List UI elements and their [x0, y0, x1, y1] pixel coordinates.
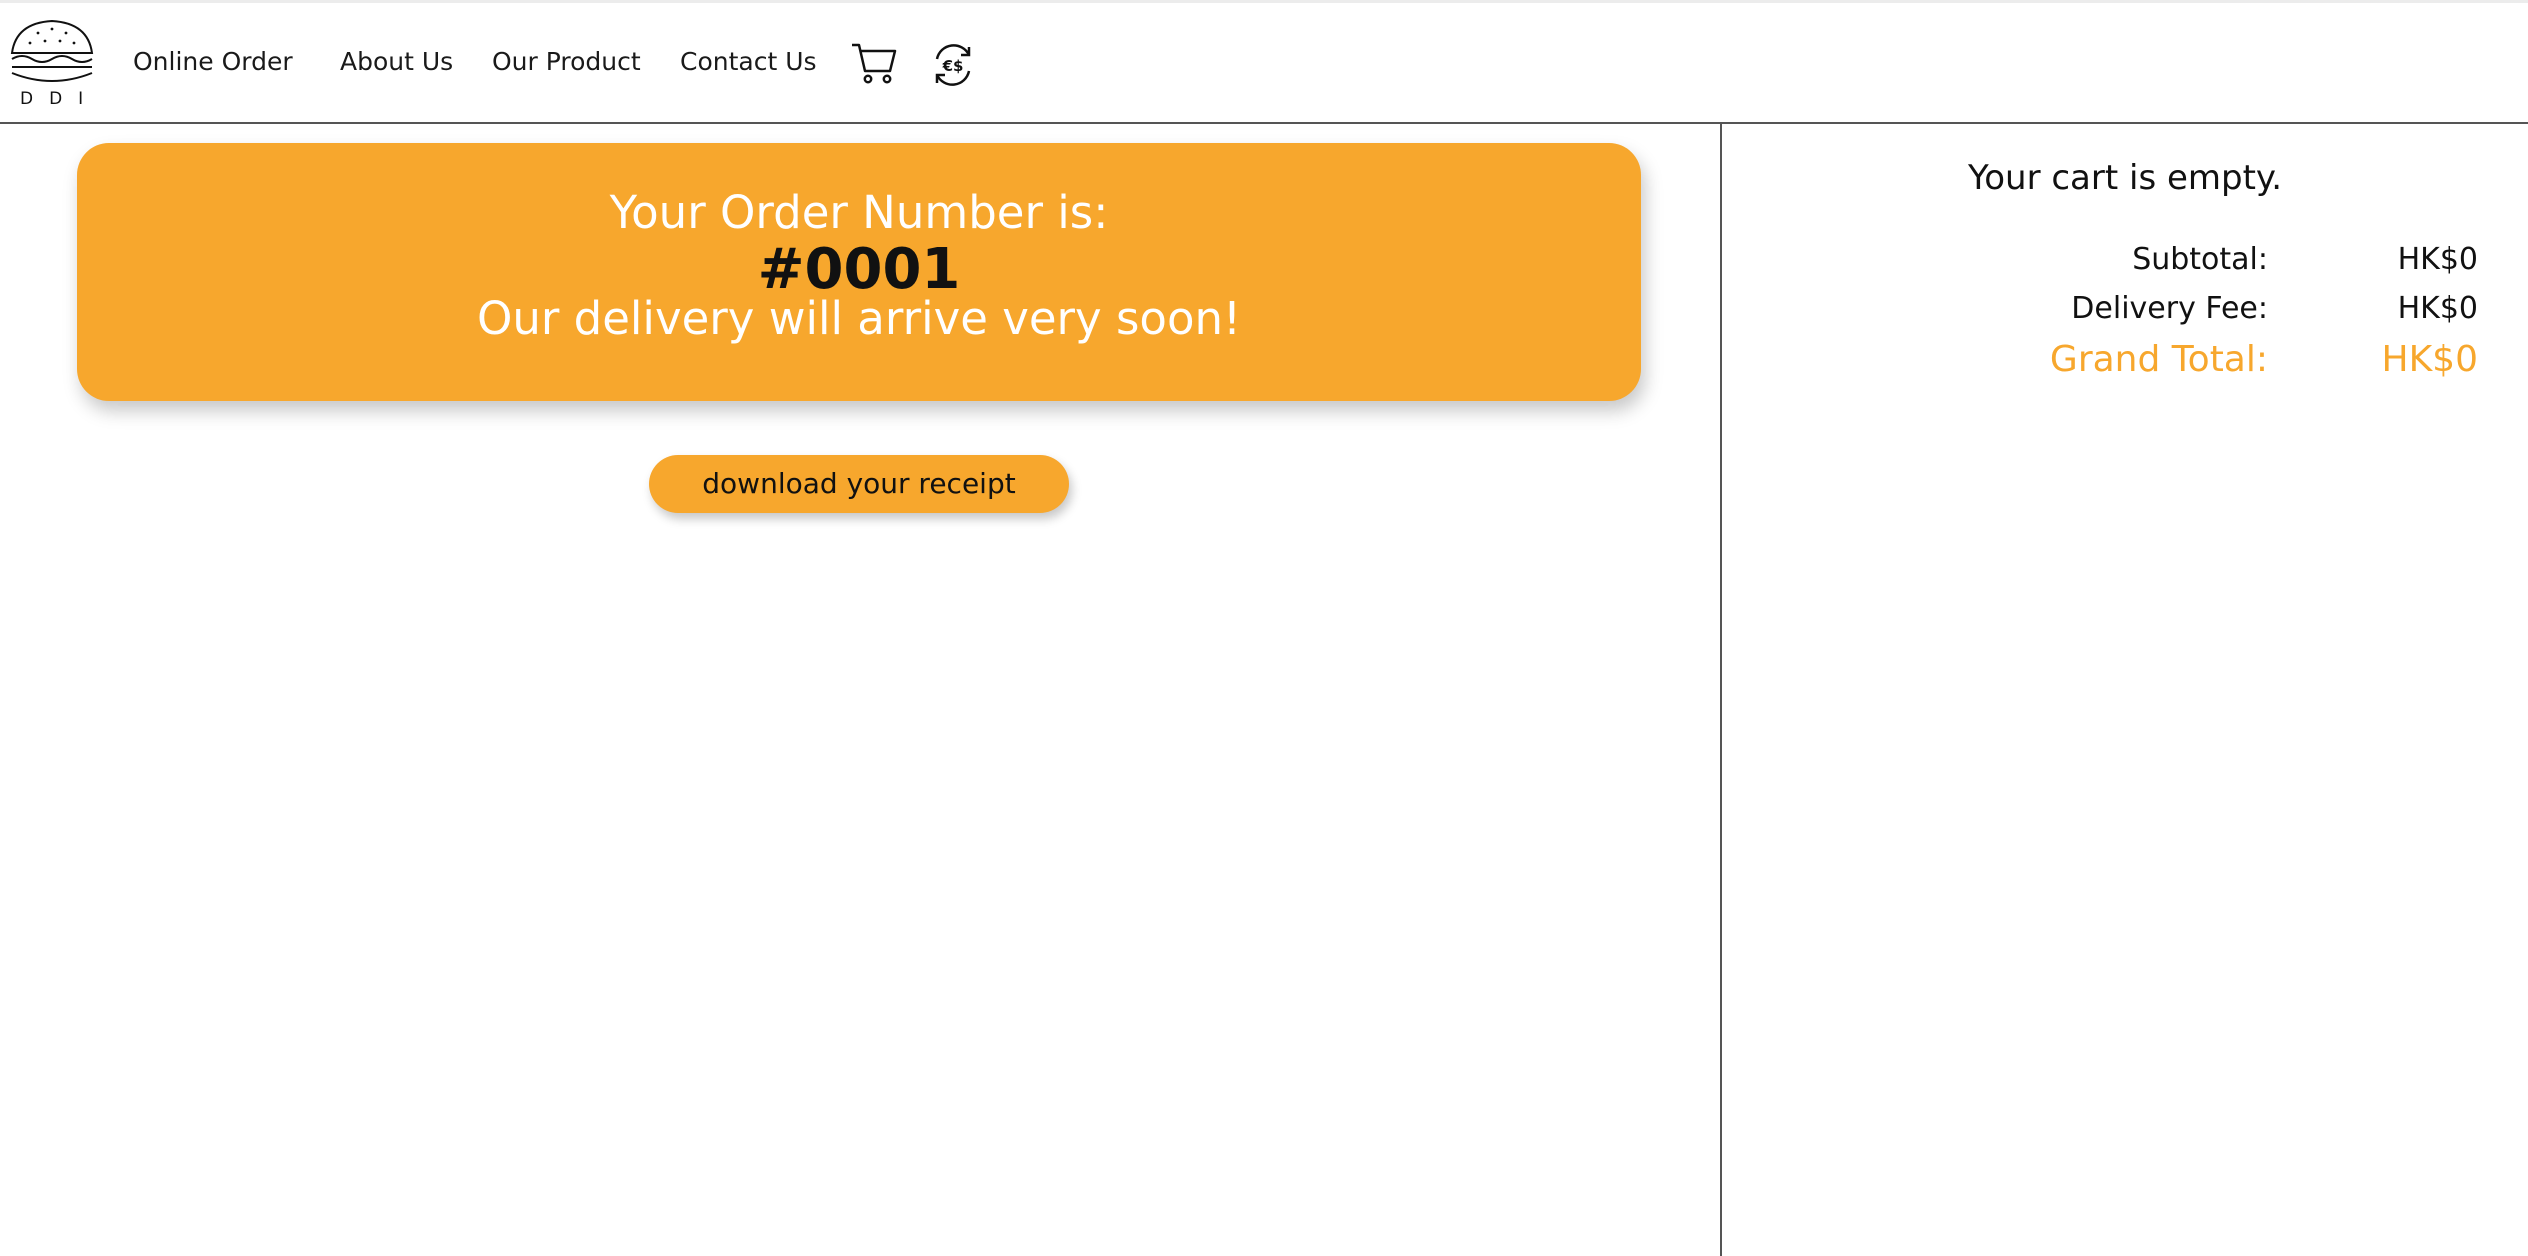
grand-total-value: HK$0 — [2381, 339, 2479, 380]
grand-total-label: Grand Total: — [2049, 339, 2268, 380]
logo-text: DDI — [20, 89, 100, 109]
currency-button[interactable]: €$ — [929, 41, 977, 93]
delivery-fee-label: Delivery Fee: — [2071, 291, 2268, 326]
currency-exchange-icon: €$ — [935, 44, 971, 86]
cart-button[interactable] — [850, 41, 898, 89]
nav-our-product[interactable]: Our Product — [492, 47, 641, 77]
delivery-message: Our delivery will arrive very soon! — [476, 292, 1242, 345]
cart-empty-message: Your cart is empty. — [1967, 158, 2283, 198]
subtotal-label: Subtotal: — [2132, 242, 2268, 277]
svg-text:€$: €$ — [942, 57, 964, 75]
nav-about-us[interactable]: About Us — [340, 47, 453, 77]
order-heading: Your Order Number is: — [609, 186, 1109, 239]
delivery-fee-value: HK$0 — [2397, 291, 2478, 326]
subtotal-value: HK$0 — [2397, 242, 2478, 277]
navbar: DDI Online Order About Us Our Product Co… — [0, 3, 2528, 124]
download-receipt-button[interactable]: download your receipt — [649, 455, 1069, 513]
cart-icon — [852, 43, 897, 84]
order-confirmation-card: Your Order Number is: #0001 Our delivery… — [77, 143, 1641, 401]
burger-icon — [10, 19, 94, 82]
nav-contact-us[interactable]: Contact Us — [680, 47, 817, 77]
cart-panel: Your cart is empty. Subtotal: HK$0 Deliv… — [1722, 124, 2528, 1256]
nav-online-order[interactable]: Online Order — [133, 47, 293, 77]
